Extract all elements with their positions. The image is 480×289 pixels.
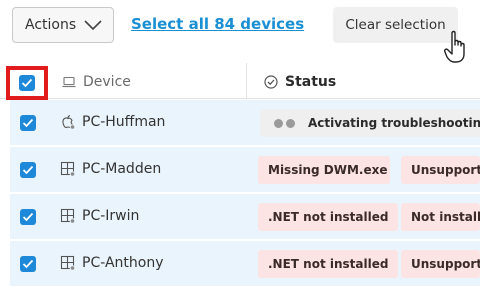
- actions-label: Actions: [25, 17, 77, 33]
- loading-dots-icon: [274, 118, 298, 128]
- checkmark-icon: [22, 165, 34, 175]
- row-checkbox[interactable]: [20, 256, 36, 272]
- column-header-device[interactable]: Device: [62, 74, 131, 90]
- row-checkbox[interactable]: [20, 162, 36, 178]
- row-checkbox[interactable]: [20, 115, 36, 131]
- windows-icon: [60, 255, 76, 271]
- status-badge: Not installed: [401, 203, 480, 231]
- checkmark-icon: [22, 118, 34, 128]
- checkmark-icon: [21, 78, 33, 88]
- windows-icon: [60, 161, 76, 177]
- chevron-down-icon: [84, 20, 102, 30]
- device-name[interactable]: PC-Irwin: [82, 208, 139, 224]
- select-all-link[interactable]: Select all 84 devices: [131, 15, 304, 33]
- checkmark-icon: [22, 259, 34, 269]
- status-badge: Unsupported: [401, 250, 480, 278]
- toolbar: Actions Select all 84 devices Clear sele…: [0, 0, 480, 63]
- windows-icon: [60, 208, 76, 224]
- select-all-checkbox[interactable]: [19, 75, 35, 91]
- table-header: Device Status: [0, 63, 480, 100]
- select-all-checkbox-highlight: [6, 66, 48, 100]
- table-row[interactable]: PC-Madden Missing DWM.exe Unsupported: [10, 147, 480, 193]
- table-row[interactable]: PC-Anthony .NET not installed Unsupporte…: [10, 241, 480, 287]
- status-badge: Missing DWM.exe: [258, 156, 390, 184]
- status-badge: .NET not installed: [258, 250, 398, 278]
- device-name[interactable]: PC-Huffman: [82, 114, 165, 130]
- checkmark-icon: [22, 212, 34, 222]
- clear-selection-button[interactable]: Clear selection: [333, 7, 458, 43]
- hand-cursor-icon: [444, 30, 470, 64]
- apple-icon: [60, 114, 76, 130]
- laptop-icon: [62, 76, 76, 88]
- table-row[interactable]: PC-Irwin .NET not installed Not installe…: [10, 194, 480, 240]
- row-checkbox[interactable]: [20, 209, 36, 225]
- column-device-label: Device: [83, 74, 131, 90]
- device-name[interactable]: PC-Anthony: [82, 255, 164, 271]
- status-badge: .NET not installed: [258, 203, 398, 231]
- status-text: Activating troubleshooting: [308, 116, 480, 130]
- status-badge: Activating troubleshooting: [260, 109, 480, 137]
- status-badge: Unsupported: [401, 156, 480, 184]
- device-name[interactable]: PC-Madden: [82, 161, 161, 177]
- column-status-label: Status: [285, 74, 337, 90]
- column-divider[interactable]: [246, 63, 247, 99]
- table-row[interactable]: PC-Huffman Activating troubleshooting: [10, 100, 480, 146]
- column-header-status[interactable]: Status: [264, 74, 336, 90]
- check-circle-icon: [264, 75, 278, 89]
- actions-button[interactable]: Actions: [12, 7, 114, 43]
